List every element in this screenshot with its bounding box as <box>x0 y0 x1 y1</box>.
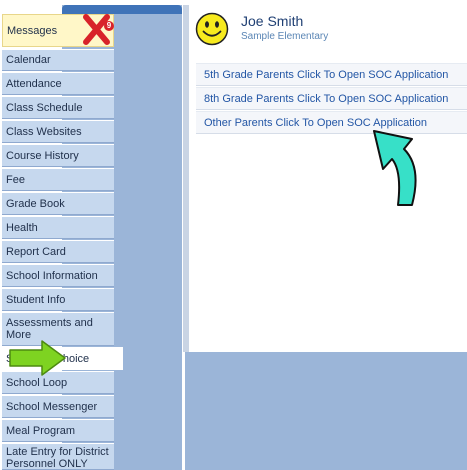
sidebar-item-label: School Messenger <box>6 400 98 413</box>
sidebar-item-calendar[interactable]: Calendar <box>2 49 114 71</box>
sidebar-item-label: Attendance <box>6 77 62 90</box>
sidebar-item-label: Messages <box>7 24 58 37</box>
sidebar-item-school-messenger[interactable]: School Messenger <box>2 395 114 418</box>
sidebar-item-label: Grade Book <box>6 197 65 210</box>
sidebar-item-label: Class Websites <box>6 125 82 138</box>
user-name: Joe Smith <box>241 13 304 29</box>
sidebar-item-label: Student Info <box>6 293 66 306</box>
sidebar-item-class-websites[interactable]: Class Websites <box>2 120 114 143</box>
sidebar-item-course-history[interactable]: Course History <box>2 144 114 167</box>
content-gutter <box>183 5 189 352</box>
soc-link-5th-grade[interactable]: 5th Grade Parents Click To Open SOC Appl… <box>196 63 467 86</box>
red-x-mark-icon <box>83 14 110 45</box>
sidebar-item-health[interactable]: Health <box>2 216 114 239</box>
sidebar-item-label: Meal Program <box>6 424 76 437</box>
sidebar-item-label: Class Schedule <box>6 101 83 114</box>
soc-link-8th-grade[interactable]: 8th Grade Parents Click To Open SOC Appl… <box>196 87 467 110</box>
sidebar-item-report-card[interactable]: Report Card <box>2 240 114 263</box>
sidebar-item-label: Fee <box>6 173 25 186</box>
sidebar-item-label: School Information <box>6 269 98 282</box>
sidebar-item-meal-program[interactable]: Meal Program <box>2 419 114 442</box>
sidebar-item-attendance[interactable]: Attendance <box>2 72 114 95</box>
sidebar-item-late-entry[interactable]: Late Entry for District Personnel ONLY <box>2 443 114 470</box>
sidebar-item-label: School Loop <box>6 376 68 389</box>
content-bottom-panel <box>185 352 467 470</box>
sidebar-item-class-schedule[interactable]: Class Schedule <box>2 96 114 119</box>
sidebar-item-school-information[interactable]: School Information <box>2 264 114 287</box>
sidebar-item-label: Late Entry for District Personnel ONLY <box>6 446 109 470</box>
green-arrow-icon <box>9 340 66 376</box>
smiley-avatar-icon <box>195 12 229 46</box>
sidebar-item-grade-book[interactable]: Grade Book <box>2 192 114 215</box>
sidebar-item-label: Health <box>6 221 38 234</box>
sidebar-item-label: Assessments and More <box>6 317 93 341</box>
school-name: Sample Elementary <box>241 31 329 42</box>
sidebar-item-student-info[interactable]: Student Info <box>2 288 114 311</box>
sidebar-item-label: Report Card <box>6 245 66 258</box>
soc-link-label: 8th Grade Parents Click To Open SOC Appl… <box>204 92 449 105</box>
cyan-arrow-icon <box>373 130 417 206</box>
sidebar-item-label: Calendar <box>6 54 51 66</box>
soc-link-label: 5th Grade Parents Click To Open SOC Appl… <box>204 68 449 81</box>
sidebar-item-label: Course History <box>6 149 79 162</box>
sidebar-item-fee[interactable]: Fee <box>2 168 114 191</box>
